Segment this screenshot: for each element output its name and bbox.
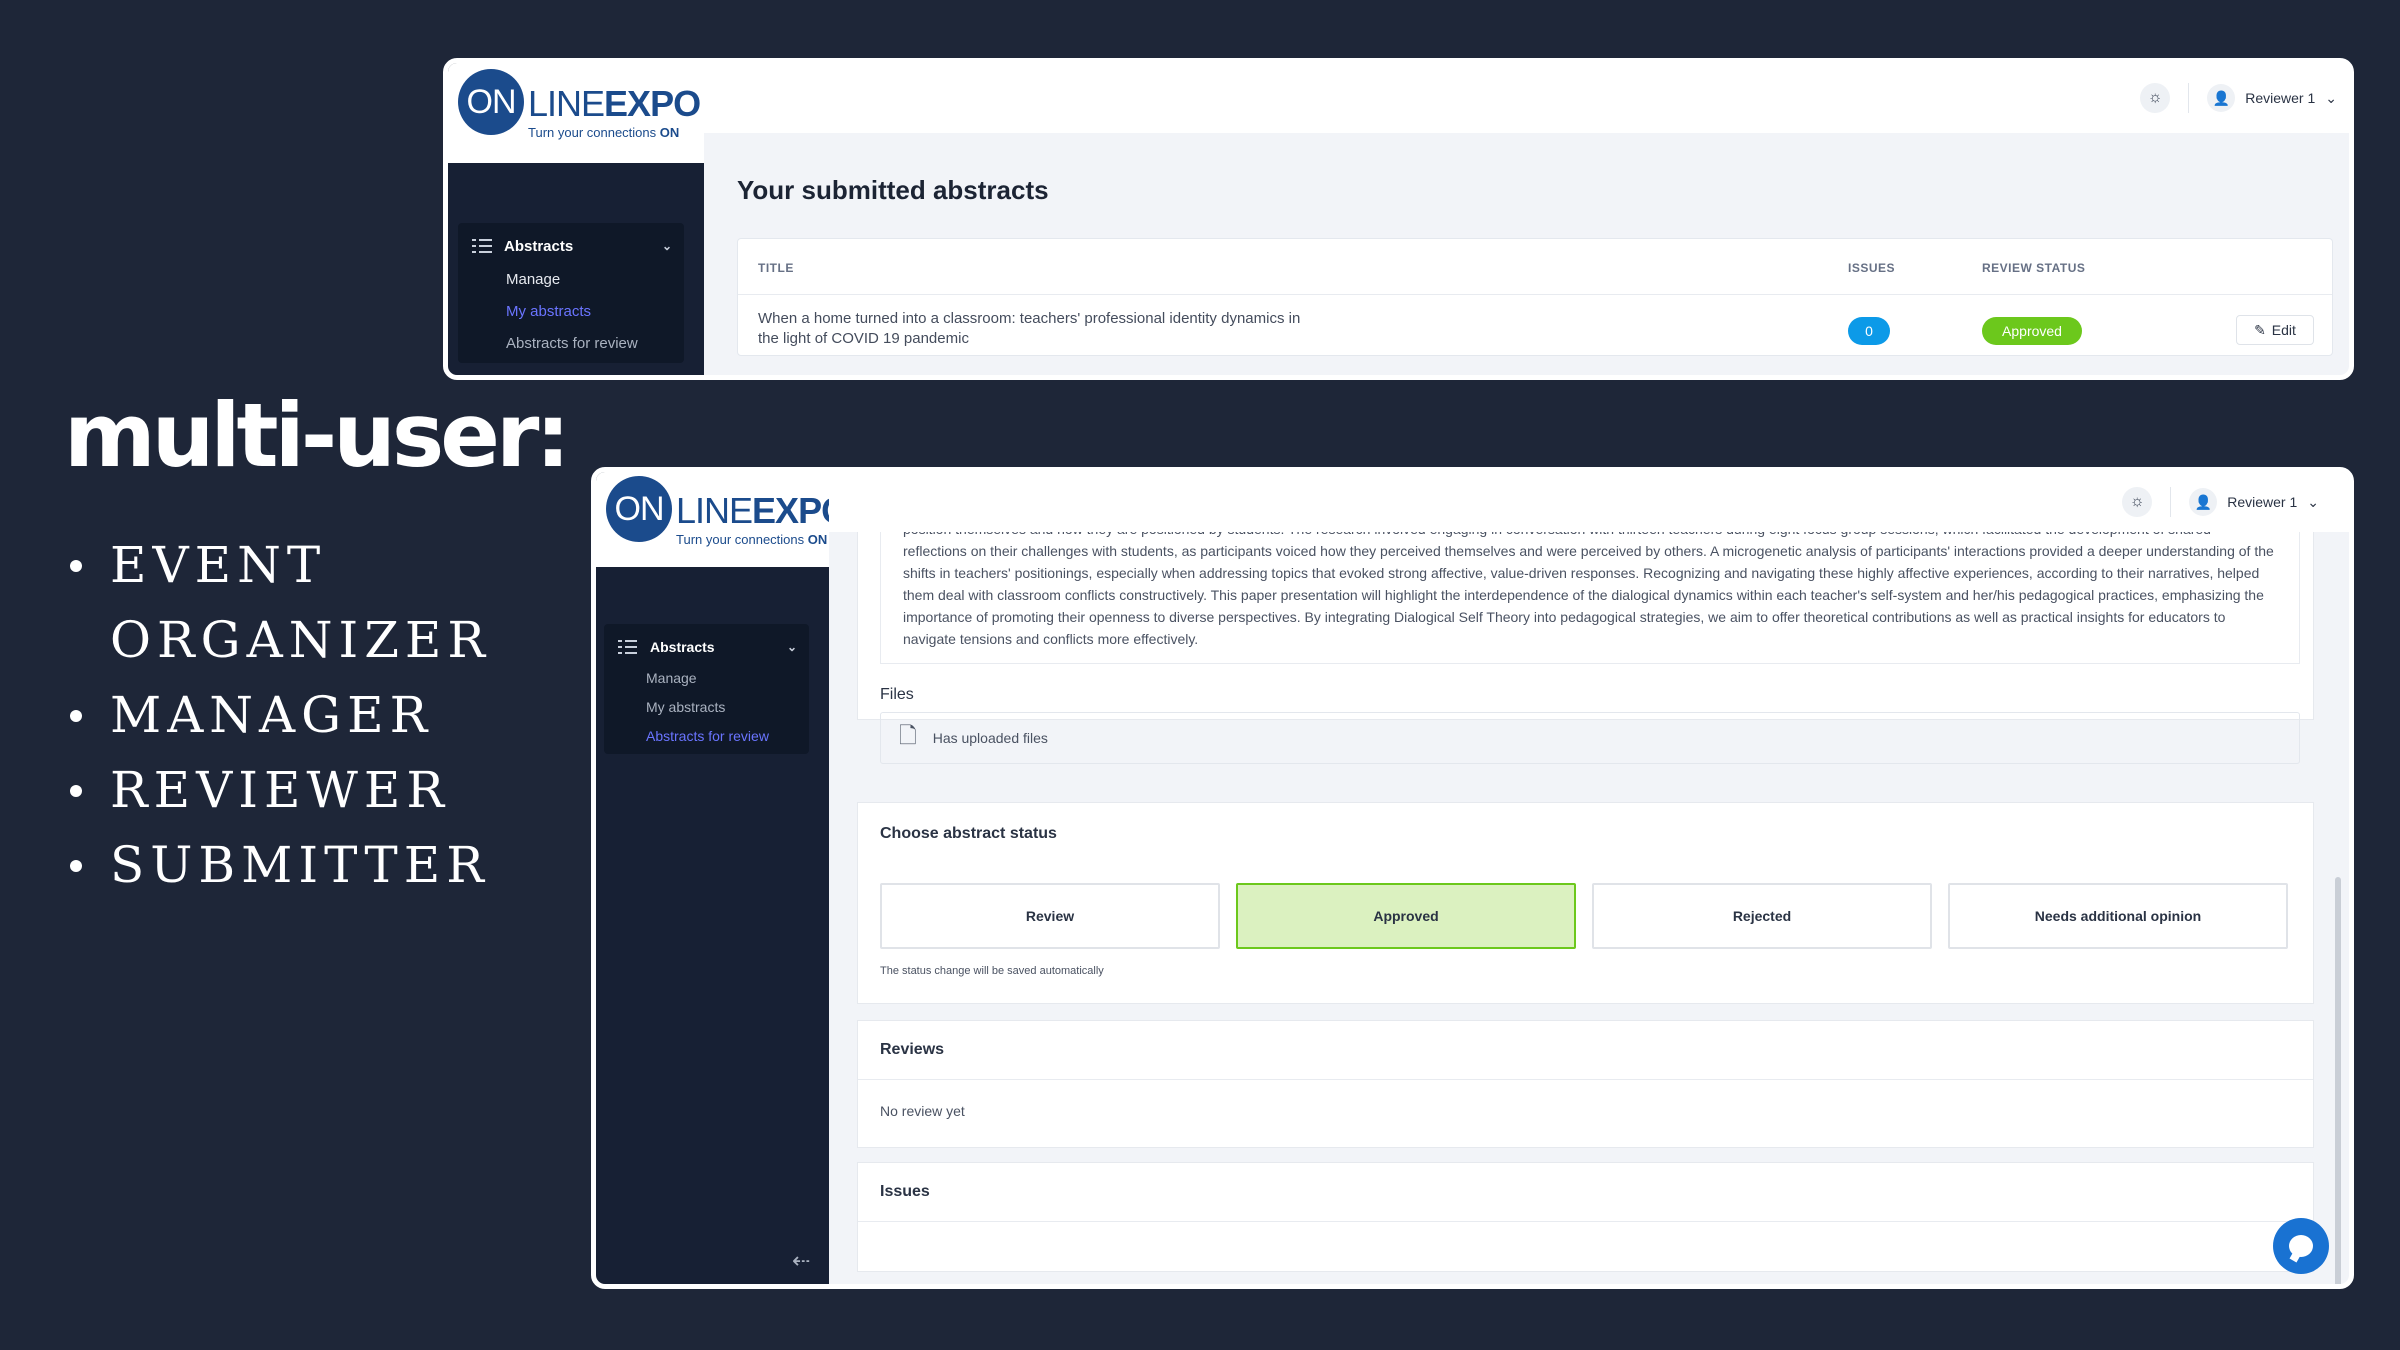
column-header-issues: ISSUES xyxy=(1848,261,1896,275)
sidebar-section-abstracts[interactable]: Abstracts ⌄ xyxy=(472,235,672,257)
status-option-approved[interactable]: Approved xyxy=(1236,883,1576,949)
sidebar-item-manage[interactable]: Manage xyxy=(506,271,560,288)
chat-button[interactable] xyxy=(2273,1218,2329,1274)
sidebar-section-abstracts[interactable]: Abstracts ⌄ xyxy=(618,636,797,658)
user-menu[interactable]: 👤 Reviewer 1 ⌄ xyxy=(2189,488,2319,516)
status-badge: Approved xyxy=(1982,317,2082,345)
logo-area: ON LINEEXPO Turn your connections ON xyxy=(448,63,704,163)
sidebar-item-manage[interactable]: Manage xyxy=(646,670,697,686)
abstracts-table: TITLE ISSUES REVIEW STATUS When a home t… xyxy=(737,238,2333,356)
page-title: Your submitted abstracts xyxy=(737,175,1049,205)
issues-count-badge: 0 xyxy=(1848,317,1890,345)
column-header-title: TITLE xyxy=(758,261,794,275)
user-menu[interactable]: 👤 Reviewer 1 ⌄ xyxy=(2207,84,2337,112)
sidebar-menu: Abstracts ⌄ Manage My abstracts Abstract… xyxy=(604,624,809,754)
user-icon: 👤 xyxy=(2189,488,2218,516)
sidebar: ON LINEEXPO Turn your connections ON Abs… xyxy=(448,63,704,375)
chevron-down-icon: ⌄ xyxy=(786,640,797,654)
abstract-title-cell[interactable]: When a home turned into a classroom: tea… xyxy=(758,309,1318,349)
sidebar-item-my-abstracts[interactable]: My abstracts xyxy=(646,699,725,715)
review-abstract-window: ON LINEEXPO Turn your connections ON Abs… xyxy=(591,467,2354,1289)
role-item: MANAGER xyxy=(70,678,470,753)
chat-icon xyxy=(2289,1235,2313,1257)
sidebar: ON LINEEXPO Turn your connections ON Abs… xyxy=(596,472,849,1284)
role-list: EVENT ORGANIZER MANAGER REVIEWER SUBMITT… xyxy=(70,528,485,903)
role-item: SUBMITTER xyxy=(70,828,484,903)
files-label: Files xyxy=(880,686,914,703)
status-option-rejected[interactable]: Rejected xyxy=(1592,883,1932,949)
abstract-text: position themselves and how they are pos… xyxy=(880,530,2300,664)
list-icon xyxy=(618,638,638,656)
topbar: ☼ 👤 Reviewer 1 ⌄ xyxy=(829,472,2349,532)
main-content: position themselves and how they are pos… xyxy=(829,472,2349,1284)
role-item: EVENT ORGANIZER xyxy=(70,528,485,678)
issues-title: Issues xyxy=(880,1183,930,1200)
logo-area: ON LINEEXPO Turn your connections ON xyxy=(596,472,849,567)
status-hint: The status change will be saved automati… xyxy=(880,965,1104,977)
column-header-review-status: REVIEW STATUS xyxy=(1982,261,2086,275)
files-box[interactable]: 🗋 Has uploaded files xyxy=(880,712,2300,764)
reviews-title: Reviews xyxy=(880,1041,945,1058)
chevron-down-icon: ⌄ xyxy=(661,239,672,253)
abstract-status-card: Choose abstract status Review Approved R… xyxy=(857,802,2314,1004)
chevron-down-icon: ⌄ xyxy=(2307,493,2319,510)
theme-toggle-sun-icon[interactable]: ☼ xyxy=(2122,487,2153,517)
chevron-down-icon: ⌄ xyxy=(2325,89,2337,106)
status-option-needs-opinion[interactable]: Needs additional opinion xyxy=(1948,883,2288,949)
main-content: Your submitted abstracts TITLE ISSUES RE… xyxy=(704,133,2349,375)
edit-icon: ✎ xyxy=(2254,321,2266,338)
theme-toggle-sun-icon[interactable]: ☼ xyxy=(2140,83,2171,113)
reviews-card: Reviews No review yet xyxy=(857,1020,2314,1148)
sidebar-menu: Abstracts ⌄ Manage My abstracts Abstract… xyxy=(458,223,684,363)
sidebar-item-my-abstracts[interactable]: My abstracts xyxy=(506,303,591,320)
edit-button[interactable]: ✎ Edit xyxy=(2236,315,2314,345)
abstract-details-card: position themselves and how they are pos… xyxy=(857,530,2314,764)
list-icon xyxy=(472,237,492,255)
status-card-title: Choose abstract status xyxy=(880,825,1057,842)
topbar: ☼ 👤 Reviewer 1 ⌄ xyxy=(704,63,2349,133)
role-item: REVIEWER xyxy=(70,753,470,828)
submitted-abstracts-window: ON LINEEXPO Turn your connections ON Abs… xyxy=(443,58,2354,380)
headline: multi-user: xyxy=(64,384,571,487)
reviews-empty-text: No review yet xyxy=(880,1103,965,1119)
issues-card: Issues xyxy=(857,1162,2314,1272)
scrollbar[interactable] xyxy=(2335,877,2341,1284)
user-icon: 👤 xyxy=(2207,84,2236,112)
file-icon: 🗋 xyxy=(899,723,917,748)
sidebar-item-abstracts-for-review[interactable]: Abstracts for review xyxy=(646,728,769,744)
sidebar-item-abstracts-for-review[interactable]: Abstracts for review xyxy=(506,335,638,352)
status-option-review[interactable]: Review xyxy=(880,883,1220,949)
collapse-sidebar-icon[interactable]: ⇠ xyxy=(792,1248,810,1274)
